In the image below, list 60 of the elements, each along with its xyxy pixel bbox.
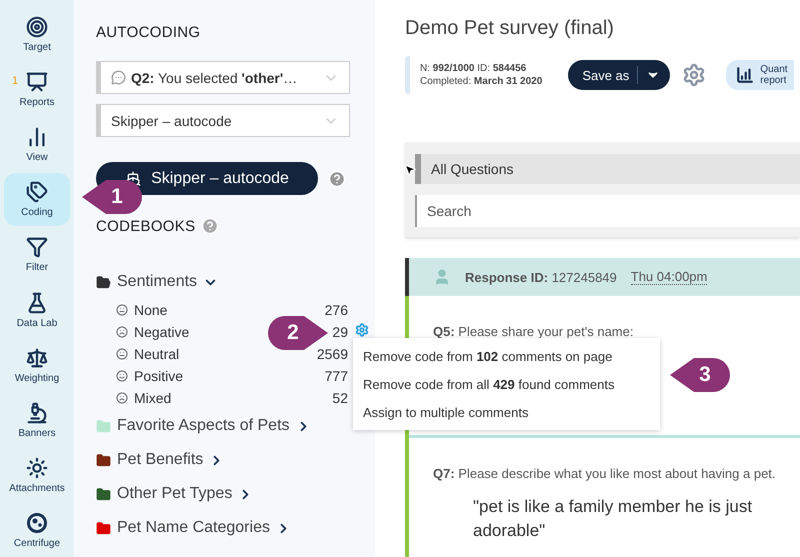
save-as-button[interactable]: Save as (568, 60, 670, 90)
section-heading: CODEBOOKS (96, 218, 196, 234)
code-name: Mixed (134, 390, 172, 406)
folder-name: Sentiments (117, 273, 198, 291)
search-field[interactable]: Search (415, 195, 800, 227)
code-name: Neutral (134, 346, 180, 362)
nav-item[interactable]: Data Lab (4, 283, 70, 337)
nav-item[interactable]: Coding (4, 173, 70, 226)
select-value: Skipper – autocode (111, 112, 232, 128)
code-count: 29 (332, 324, 348, 340)
folder-name: Pet Name Categories (117, 519, 270, 537)
nav-label: Target (23, 42, 51, 54)
answer-text: "pet is like a family member he is just adorable" (472, 496, 754, 542)
nav-item[interactable]: Filter (4, 228, 70, 282)
menu-item[interactable]: Remove code from 102 comments on page (363, 348, 612, 364)
nav-item[interactable]: Attachments (4, 448, 70, 502)
model-select[interactable]: Skipper – autocode (96, 104, 350, 137)
folder-name: Pet Benefits (117, 451, 204, 469)
nav-item[interactable]: Target (4, 8, 70, 62)
nav-item[interactable]: 1 Reports (4, 63, 70, 116)
code-count: 52 (332, 390, 348, 406)
section-heading: AUTOCODING (96, 24, 200, 41)
nav-item[interactable]: Banners (4, 394, 70, 447)
nav-item[interactable]: Weighting (4, 338, 70, 392)
code-count: 276 (324, 302, 348, 318)
select-value: Q2: You selected 'other'… (131, 70, 298, 86)
code-name: None (134, 302, 168, 318)
nav-label: Filter (26, 262, 48, 274)
survey-title: Demo Pet survey (final) (405, 17, 615, 40)
codebook-folder[interactable]: Other Pet Types (96, 477, 254, 511)
menu-item[interactable]: Remove code from all 429 found comments (363, 376, 614, 392)
nav-label: View (26, 152, 48, 164)
nav-item[interactable]: Centrifuge (4, 504, 70, 557)
codebook-folder[interactable]: Sentiments (96, 265, 218, 299)
folder-name: Other Pet Types (117, 485, 232, 503)
nav-label: Coding (21, 207, 53, 218)
question-filter[interactable]: All Questions (415, 154, 800, 184)
nav-label: Reports (19, 97, 54, 108)
response-id: Response ID: 127245849 (465, 270, 617, 284)
question-text: Q7: Please describe what you like most about having a pet. (433, 466, 777, 481)
question-text: Q5: Please share your pet's name: (433, 324, 634, 339)
code-count: 777 (324, 368, 348, 384)
nav-label: Centrifuge (14, 538, 60, 549)
codebook-folder[interactable]: Pet Name Categories (96, 511, 291, 545)
code-name: Positive (134, 368, 184, 384)
question-select[interactable]: Q2: You selected 'other'… (96, 61, 350, 94)
notification-count: 1 (12, 75, 18, 88)
report-button[interactable]: Quant report (726, 60, 794, 90)
code-name: Negative (134, 324, 190, 340)
nav-label: Banners (18, 428, 56, 439)
folder-name: Favorite Aspects of Pets (117, 417, 290, 435)
menu-item[interactable]: Assign to multiple comments (363, 404, 528, 420)
codebook-folder[interactable]: Pet Benefits (96, 443, 224, 477)
codebook-folder[interactable]: Favorite Aspects of Pets (96, 409, 311, 443)
nav-label: Attachments (9, 482, 65, 494)
survey-info: N: 992/1000 ID: 584456 Completed: March 31 2020 (405, 56, 552, 94)
response-time: Thu 04:00pm (630, 269, 708, 285)
nav-label: Weighting (14, 372, 60, 384)
nav-label: Data Lab (16, 318, 58, 329)
nav-item[interactable]: View (4, 118, 70, 172)
